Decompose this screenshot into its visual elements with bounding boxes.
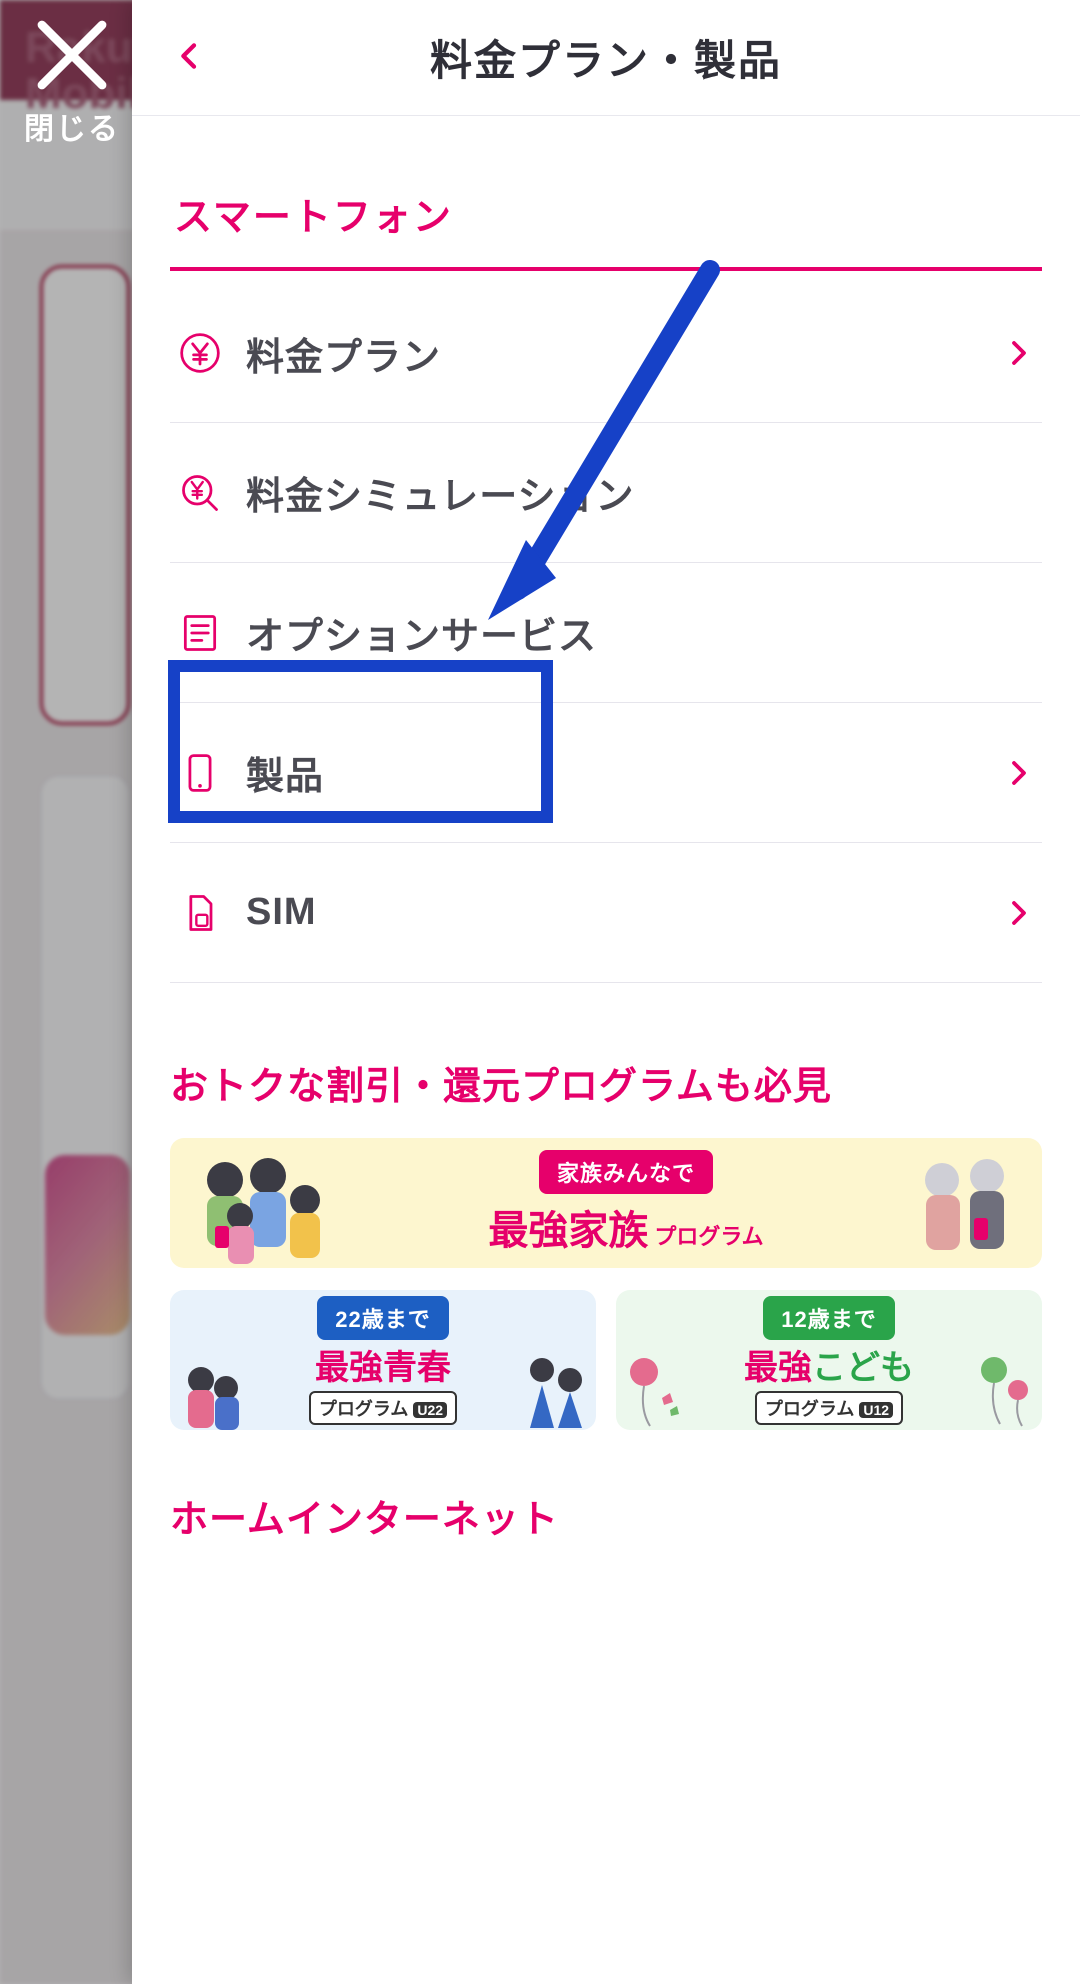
chevron-left-icon: [174, 40, 206, 77]
menu-item-label: SIM: [246, 891, 317, 934]
menu-item-product[interactable]: 製品: [170, 703, 1042, 843]
people-illustration: [176, 1340, 246, 1430]
close-button[interactable]: 閉じる: [12, 12, 132, 148]
promo-kids-banner[interactable]: 12歳まで 最強こども プログラム U12: [616, 1290, 1042, 1430]
menu-item-plan[interactable]: 料金プラン: [170, 283, 1042, 423]
promo-youth-sub: プログラム U22: [309, 1391, 457, 1425]
panel-header: 料金プラン・製品: [132, 0, 1080, 116]
smartphone-menu: 料金プラン 料金シミュレーション オプ: [170, 283, 1042, 983]
menu-item-simulation[interactable]: 料金シミュレーション: [170, 423, 1042, 563]
yen-search-icon: [176, 469, 224, 517]
people-illustration: [902, 1138, 1022, 1268]
promo-kids-sub: プログラム U12: [755, 1391, 903, 1425]
promo-family-suffix: プログラム: [654, 1219, 763, 1251]
promo-youth-banner[interactable]: 22歳まで 最強青春 プログラム U22: [170, 1290, 596, 1430]
smartphone-icon: [176, 749, 224, 797]
close-icon: [29, 12, 115, 98]
menu-item-option[interactable]: オプションサービス: [170, 563, 1042, 703]
menu-panel: 料金プラン・製品 スマートフォン 料金プラン: [132, 0, 1080, 1984]
menu-item-sim[interactable]: SIM: [170, 843, 1042, 983]
chevron-right-icon: [1004, 758, 1034, 788]
list-doc-icon: [176, 609, 224, 657]
promo-family-banner[interactable]: 家族みんなで 最強家族 プログラム: [170, 1138, 1042, 1268]
promo-family-pill: 家族みんなで: [539, 1150, 713, 1194]
promo-kids-pill: 12歳まで: [763, 1296, 894, 1340]
back-button[interactable]: [162, 30, 218, 86]
section-discount-title: おトクな割引・還元プログラムも必見: [170, 1055, 1042, 1110]
panel-title: 料金プラン・製品: [430, 27, 782, 88]
yen-circle-icon: [176, 329, 224, 377]
menu-item-label: 料金プラン: [246, 326, 441, 381]
promo-family-strong: 最強家族: [488, 1198, 648, 1256]
menu-item-label: オプションサービス: [246, 605, 597, 660]
promo-youth-strong: 最強青春: [315, 1340, 451, 1389]
chevron-right-icon: [1004, 338, 1034, 368]
section-smartphone-title: スマートフォン: [170, 186, 1042, 267]
close-label: 閉じる: [12, 104, 132, 148]
promo-youth-pill: 22歳まで: [317, 1296, 448, 1340]
menu-item-label: 製品: [246, 745, 324, 800]
section-underline: [170, 267, 1042, 271]
chevron-right-icon: [1004, 898, 1034, 928]
balloons-illustration: [622, 1340, 692, 1430]
section-home-internet-title: ホームインターネット: [170, 1488, 1042, 1543]
menu-item-label: 料金シミュレーション: [246, 465, 634, 520]
sim-card-icon: [176, 889, 224, 937]
promo-kids-strong: 最強こども: [744, 1340, 914, 1389]
people-illustration: [190, 1138, 350, 1268]
people-illustration: [520, 1340, 590, 1430]
balloons-illustration: [966, 1340, 1036, 1430]
